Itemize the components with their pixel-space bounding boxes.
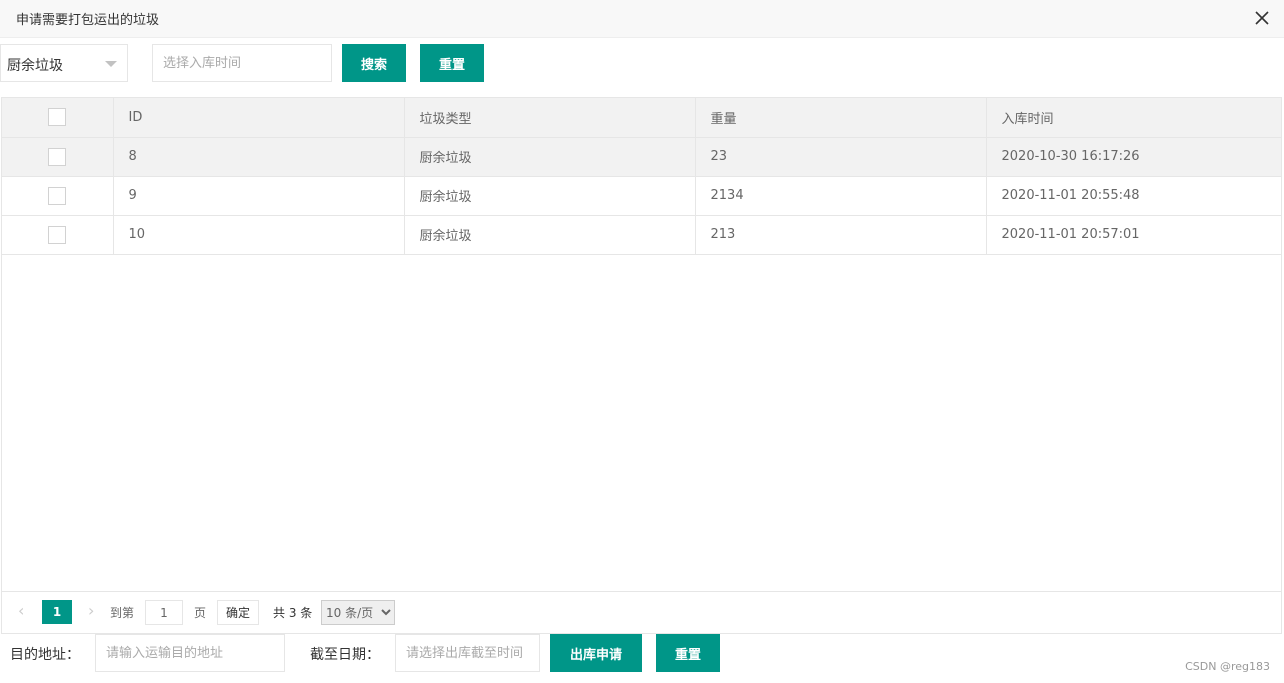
cell-id: 9: [113, 176, 405, 216]
cell-id: 10: [113, 215, 405, 255]
cell-type: 厨余垃圾: [404, 176, 696, 216]
column-header-weight[interactable]: 重量: [695, 98, 987, 138]
cell-type: 厨余垃圾: [404, 137, 696, 177]
table-row[interactable]: 8 厨余垃圾 23 2020-10-30 16:17:26: [2, 137, 1281, 177]
form-reset-button[interactable]: 重置: [656, 634, 720, 672]
table-header-row: ID 垃圾类型 重量 入库时间: [2, 98, 1281, 138]
column-header-time[interactable]: 入库时间: [986, 98, 1281, 138]
category-select[interactable]: 厨余垃圾: [0, 44, 128, 82]
deadline-label: 截至日期：: [310, 647, 380, 663]
table-row[interactable]: 9 厨余垃圾 2134 2020-11-01 20:55:48: [2, 176, 1281, 216]
cell-weight: 2134: [695, 176, 987, 216]
dest-label: 目的地址：: [10, 647, 80, 663]
data-table: ID 垃圾类型 重量 入库时间 8 厨余垃圾 23 2020-10-30 16:…: [1, 97, 1282, 634]
cell-weight: 23: [695, 137, 987, 177]
page-unit-label: 页: [194, 606, 207, 620]
page-current[interactable]: 1: [42, 600, 72, 624]
total-count: 共 3 条: [273, 606, 313, 620]
chevron-left-icon[interactable]: ‹: [18, 601, 24, 620]
deadline-input[interactable]: [395, 634, 540, 672]
cell-time: 2020-11-01 20:55:48: [986, 176, 1281, 216]
row-checkbox[interactable]: [48, 225, 67, 244]
dialog-title: 申请需要打包运出的垃圾: [16, 13, 160, 28]
close-icon[interactable]: [1252, 8, 1272, 28]
dialog-titlebar: 申请需要打包运出的垃圾: [0, 0, 1284, 38]
select-all-checkbox[interactable]: [48, 108, 67, 127]
watermark: CSDN @reg183: [1185, 660, 1270, 673]
outbound-form: 目的地址： 截至日期： 出库申请 重置: [0, 634, 1284, 674]
chevron-right-icon[interactable]: ›: [88, 601, 94, 620]
chevron-down-icon: [105, 61, 117, 67]
goto-label: 到第: [110, 606, 135, 620]
pagination: ‹ 1 › 到第 页 确定 共 3 条 10 条/页: [2, 591, 1281, 633]
category-select-value: 厨余垃圾: [7, 58, 63, 74]
cell-time: 2020-11-01 20:57:01: [986, 215, 1281, 255]
table-row[interactable]: 10 厨余垃圾 213 2020-11-01 20:57:01: [2, 215, 1281, 255]
page-size-select[interactable]: 10 条/页: [321, 600, 395, 625]
cell-id: 8: [113, 137, 405, 177]
column-header-id[interactable]: ID: [113, 98, 405, 138]
cell-type: 厨余垃圾: [404, 215, 696, 255]
apply-outbound-button[interactable]: 出库申请: [550, 634, 642, 672]
goto-confirm-button[interactable]: 确定: [217, 600, 260, 625]
search-toolbar: 厨余垃圾 搜索 重置: [0, 44, 1284, 82]
column-header-type[interactable]: 垃圾类型: [404, 98, 696, 138]
row-checkbox[interactable]: [48, 147, 67, 166]
cell-weight: 213: [695, 215, 987, 255]
date-input[interactable]: [152, 44, 332, 82]
dest-input[interactable]: [95, 634, 285, 672]
row-checkbox[interactable]: [48, 186, 67, 205]
reset-button[interactable]: 重置: [420, 44, 484, 82]
cell-time: 2020-10-30 16:17:26: [986, 137, 1281, 177]
search-button[interactable]: 搜索: [342, 44, 406, 82]
goto-page-input[interactable]: [145, 600, 183, 625]
